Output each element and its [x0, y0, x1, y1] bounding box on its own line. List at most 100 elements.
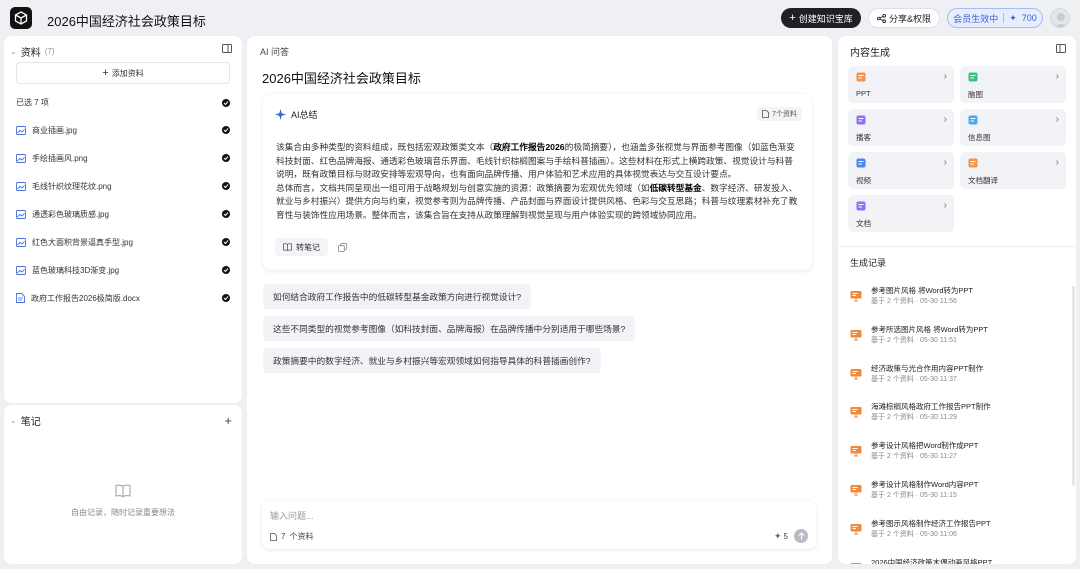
copy-icon[interactable] — [338, 242, 347, 252]
history-record[interactable]: 参考设计风格制作Word内容PPT 基于 2 个资料 · 05-30 11:15 — [850, 480, 1070, 519]
history-record-count: 基于 2 个资料 — [871, 298, 914, 305]
source-file-checkbox[interactable] — [222, 266, 230, 274]
send-button[interactable] — [794, 529, 808, 543]
notes-header[interactable]: ⌄ 笔记 — [10, 413, 41, 428]
source-file-item[interactable]: 商业插画.jpg — [16, 116, 230, 144]
chevron-right-icon: › — [943, 157, 947, 168]
plus-icon: + — [789, 12, 796, 24]
source-file-checkbox[interactable] — [222, 182, 230, 190]
sparkle-icon: ✦ — [1009, 12, 1017, 23]
generate-option-label: 播客 — [856, 133, 871, 142]
suggested-question-2[interactable]: 这些不同类型的视觉参考图像（如科技封面、品牌海报）在品牌传播中分别适用于哪些场景… — [263, 316, 636, 341]
input-source-count: 7 — [281, 532, 286, 541]
source-file-checkbox[interactable] — [222, 294, 230, 302]
app-logo[interactable] — [10, 7, 32, 29]
sources-header[interactable]: ⌄ 资料 (7) — [10, 44, 54, 59]
history-record[interactable]: 参考图示风格制作经济工作报告PPT 基于 2 个资料 · 05-30 11:06 — [850, 519, 1070, 558]
generate-option-card[interactable]: 信息图 › — [960, 109, 1066, 146]
summary-p2-a: 总体而言，文档共同呈现出一组可用于战略规划与创意实施的资源：政策摘要为宏观优先领… — [276, 182, 650, 193]
history-record-count: 基于 2 个资料 — [871, 375, 914, 383]
doc-icon — [856, 201, 866, 211]
chevron-right-icon: › — [1055, 157, 1059, 168]
ppt-icon — [850, 523, 862, 558]
generate-option-card[interactable]: 播客 › — [848, 109, 954, 146]
chevron-right-icon: › — [1055, 71, 1059, 82]
source-file-item[interactable]: 手绘插画风.png — [16, 144, 230, 172]
question-input-box[interactable]: 输入问题... 7 个资料 ✦ 5 — [262, 501, 816, 549]
source-file-item[interactable]: 红色大面积背景逼真手型.jpg — [16, 228, 230, 256]
summary-source-badge[interactable]: 7个资料 — [757, 107, 802, 121]
add-source-button[interactable]: + 添加资料 — [16, 62, 230, 84]
history-record-time: 05-30 11:15 — [920, 491, 957, 499]
source-file-item[interactable]: 蓝色玻璃科技3D渐变.jpg — [16, 256, 230, 284]
summary-actions: 转笔记 — [275, 238, 347, 256]
sources-count: (7) — [44, 47, 55, 56]
source-file-checkbox[interactable] — [222, 238, 230, 246]
notes-title: 笔记 — [20, 417, 41, 428]
sparkle-icon — [275, 109, 286, 120]
add-note-button[interactable]: + — [224, 413, 232, 428]
history-record[interactable]: 经济政策与光合作用内容PPT制作 基于 2 个资料 · 05-30 11:37 — [850, 364, 1070, 403]
history-record-title: 海滩棕榈风格政府工作报告PPT制作 — [871, 402, 991, 412]
source-file-item[interactable]: 政府工作报告2026极简版.docx — [16, 284, 230, 312]
history-record[interactable]: 2026中国经济政策木偶动画风格PPT — [850, 558, 1070, 564]
source-file-checkbox[interactable] — [222, 126, 230, 134]
panel-toggle-icon[interactable] — [222, 44, 232, 53]
image-icon — [16, 125, 26, 135]
source-file-item[interactable]: 通透彩色玻璃质感.jpg — [16, 200, 230, 228]
source-file-info: 通透彩色玻璃质感.jpg — [16, 209, 109, 220]
history-record[interactable]: 参考设计风格把Word制作成PPT 基于 2 个资料 · 05-30 11:27 — [850, 441, 1070, 480]
history-record-time: 05-30 11:06 — [920, 530, 957, 538]
mindmap-icon — [968, 72, 978, 82]
source-file-checkbox[interactable] — [222, 154, 230, 162]
history-record-meta: 基于 2 个资料 · 05-30 11:56 — [871, 296, 973, 308]
history-record-count: 基于 2 个资料 — [871, 336, 914, 344]
history-record-count: 基于 2 个资料 — [871, 414, 914, 422]
chevron-right-icon: › — [1055, 114, 1059, 125]
suggested-question-1[interactable]: 如何结合政府工作报告中的低碳转型基金政策方向进行视觉设计? — [263, 284, 532, 309]
ppt-icon — [850, 290, 862, 325]
ppt-icon — [850, 445, 862, 480]
ppt-icon — [856, 72, 866, 82]
check-icon — [223, 100, 229, 105]
generate-option-card[interactable]: PPT › — [848, 66, 954, 103]
generate-option-card[interactable]: 文档 › — [848, 195, 954, 232]
history-record[interactable]: 参考所选图片风格 将Word转为PPT 基于 2 个资料 · 05-30 11:5… — [850, 325, 1070, 364]
chevron-right-icon: › — [943, 114, 947, 125]
sources-title: 资料 — [20, 48, 41, 59]
save-to-note-button[interactable]: 转笔记 — [275, 238, 328, 256]
ppt-icon — [850, 368, 862, 403]
cube-icon — [14, 11, 28, 25]
chevron-right-icon: › — [943, 200, 947, 211]
source-file-checkbox[interactable] — [222, 210, 230, 218]
create-knowledge-base-button[interactable]: + 创建知识宝库 — [781, 8, 861, 28]
history-record[interactable]: 参考图片风格 将Word转为PPT 基于 2 个资料 · 05-30 11:56 — [850, 286, 1070, 325]
add-source-label: 添加资料 — [111, 68, 144, 78]
arrow-up-icon — [798, 532, 804, 540]
generate-option-card[interactable]: 脑图 › — [960, 66, 1066, 103]
share-permission-button[interactable]: 分享&权限 — [868, 8, 940, 28]
select-all-checkbox[interactable] — [222, 98, 230, 107]
translate-icon — [968, 158, 978, 168]
qa-panel: AI 问答 2026中国经济社会政策目标 AI总结 7个资料 该集合由多种类型的… — [247, 36, 832, 564]
panel-toggle-icon[interactable] — [1056, 44, 1066, 53]
generate-option-label: 文档 — [856, 219, 871, 228]
membership-badge[interactable]: 会员生效中 ✦ 700 — [947, 8, 1043, 28]
history-record-time: 05-30 11:56 — [920, 298, 957, 305]
generate-option-card[interactable]: 文档翻译 › — [960, 152, 1066, 189]
suggested-question-3[interactable]: 政策摘要中的数字经济、就业与乡村振兴等宏观领域如何指导具体的科普插画创作? — [263, 348, 601, 373]
ppt-icon — [850, 329, 862, 364]
generate-option-card[interactable]: 视频 › — [848, 152, 954, 189]
history-scrollbar[interactable] — [1072, 286, 1075, 486]
question-input[interactable]: 输入问题... — [270, 509, 314, 522]
source-file-item[interactable]: 毛线针织纹理花纹.png — [16, 172, 230, 200]
check-icon — [223, 156, 229, 161]
history-record-time: 05-30 11:51 — [920, 336, 957, 344]
history-record-title: 参考设计风格制作Word内容PPT — [871, 479, 979, 489]
history-record[interactable]: 海滩棕榈风格政府工作报告PPT制作 基于 2 个资料 · 05-30 11:29 — [850, 402, 1070, 441]
user-avatar[interactable] — [1050, 8, 1070, 28]
history-record-time: 05-30 11:27 — [920, 453, 957, 461]
input-source-selector[interactable]: 7 个资料 — [270, 531, 313, 542]
credit-cost-value: 5 — [783, 531, 788, 541]
generate-option-label: PPT — [856, 89, 871, 98]
